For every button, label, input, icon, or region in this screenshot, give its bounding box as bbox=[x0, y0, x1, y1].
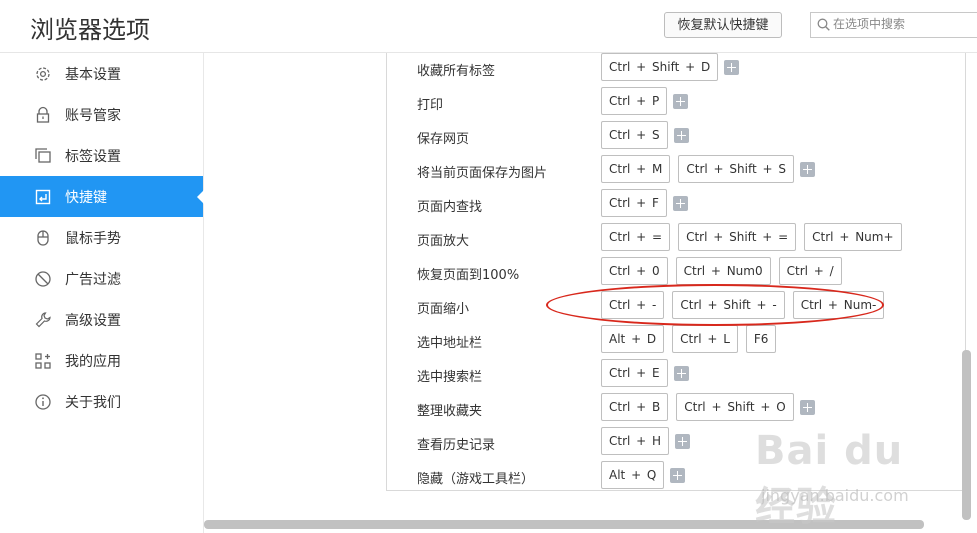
shortcut-key[interactable]: Ctrl + Shift + = bbox=[678, 223, 797, 251]
tabs-icon bbox=[35, 148, 51, 163]
search-input[interactable] bbox=[833, 14, 973, 34]
sidebar-item-label: 快捷键 bbox=[65, 190, 107, 206]
shortcut-key[interactable]: Ctrl + Shift + D bbox=[601, 53, 719, 81]
sidebar-item-tab-settings[interactable]: 标签设置 bbox=[0, 135, 203, 176]
shortcut-key[interactable]: Ctrl + Num- bbox=[792, 291, 885, 319]
add-shortcut-button[interactable] bbox=[724, 59, 740, 75]
sidebar-item-my-apps[interactable]: 我的应用 bbox=[0, 340, 203, 381]
sidebar-item-label: 账号管家 bbox=[65, 108, 121, 124]
shortcut-row: 选中搜索栏 Ctrl + E bbox=[387, 359, 965, 393]
lock-icon bbox=[36, 106, 50, 123]
shortcut-key[interactable]: Ctrl + Shift + - bbox=[672, 291, 785, 319]
shortcut-key[interactable]: Alt + Q bbox=[601, 461, 665, 489]
wrench-icon bbox=[35, 312, 51, 328]
shortcut-action-label: 打印 bbox=[417, 98, 444, 113]
add-shortcut-button[interactable] bbox=[799, 399, 815, 415]
shortcut-key[interactable]: Ctrl + B bbox=[601, 393, 669, 421]
shortcut-row: 页面缩小 Ctrl + - Ctrl + Shift + - Ctrl + Nu… bbox=[387, 291, 965, 325]
shortcut-action-label: 页面缩小 bbox=[417, 302, 470, 317]
sidebar-item-label: 关于我们 bbox=[65, 395, 121, 411]
add-shortcut-button[interactable] bbox=[673, 365, 689, 381]
sidebar-item-label: 我的应用 bbox=[65, 354, 121, 370]
watermark-logo: Bai du 经验 bbox=[755, 428, 904, 530]
shortcut-row: 页面内查找 Ctrl + F bbox=[387, 189, 965, 223]
add-shortcut-button[interactable] bbox=[670, 467, 686, 483]
shortcut-action-label: 查看历史记录 bbox=[417, 438, 496, 453]
shortcut-key[interactable]: F6 bbox=[745, 325, 777, 353]
shortcut-row: 页面放大 Ctrl + = Ctrl + Shift + = Ctrl + Nu… bbox=[387, 223, 965, 257]
watermark: Bai du 经验 jingyan.baidu.com bbox=[755, 428, 955, 530]
sidebar-item-about-us[interactable]: 关于我们 bbox=[0, 381, 203, 422]
shortcut-key[interactable]: Ctrl + / bbox=[778, 257, 842, 285]
sidebar-item-label: 高级设置 bbox=[65, 313, 121, 329]
shortcut-action-label: 恢复页面到100% bbox=[417, 268, 520, 283]
page-title: 浏览器选项 bbox=[30, 16, 150, 44]
watermark-url: jingyan.baidu.com bbox=[761, 486, 909, 505]
block-icon bbox=[35, 271, 51, 287]
sidebar-item-advanced-settings[interactable]: 高级设置 bbox=[0, 299, 203, 340]
add-shortcut-button[interactable] bbox=[675, 433, 691, 449]
add-shortcut-button[interactable] bbox=[800, 161, 816, 177]
sidebar-item-ad-filter[interactable]: 广告过滤 bbox=[0, 258, 203, 299]
shortcut-row: 选中地址栏 Alt + D Ctrl + L F6 bbox=[387, 325, 965, 359]
shortcut-key[interactable]: Ctrl + H bbox=[601, 427, 670, 455]
shortcut-key[interactable]: Ctrl + P bbox=[601, 87, 668, 115]
shortcut-row: 恢复页面到100% Ctrl + 0 Ctrl + Num0 Ctrl + / bbox=[387, 257, 965, 291]
shortcut-action-label: 整理收藏夹 bbox=[417, 404, 483, 419]
shortcut-key[interactable]: Ctrl + Num+ bbox=[804, 223, 902, 251]
shortcut-icon bbox=[35, 189, 51, 205]
sidebar-item-label: 基本设置 bbox=[65, 67, 121, 83]
shortcut-row: 打印 Ctrl + P bbox=[387, 87, 965, 121]
add-shortcut-button[interactable] bbox=[673, 93, 689, 109]
sidebar-item-basic-settings[interactable]: 基本设置 bbox=[0, 53, 203, 94]
sidebar-item-account[interactable]: 账号管家 bbox=[0, 94, 203, 135]
shortcut-key[interactable]: Ctrl + Num0 bbox=[675, 257, 771, 285]
shortcut-key[interactable]: Ctrl + = bbox=[601, 223, 671, 251]
shortcut-action-label: 隐藏（游戏工具栏） bbox=[417, 472, 535, 487]
search-box[interactable] bbox=[810, 12, 977, 38]
vertical-scrollbar[interactable] bbox=[962, 350, 971, 520]
shortcut-key[interactable]: Ctrl + M bbox=[601, 155, 671, 183]
shortcut-key[interactable]: Ctrl + Shift + S bbox=[678, 155, 795, 183]
shortcut-action-label: 将当前页面保存为图片 bbox=[417, 166, 548, 181]
shortcut-row: 收藏所有标签 Ctrl + Shift + D bbox=[387, 53, 965, 87]
sidebar-item-mouse-gestures[interactable]: 鼠标手势 bbox=[0, 217, 203, 258]
shortcut-key[interactable]: Ctrl + L bbox=[672, 325, 738, 353]
sidebar: 基本设置 账号管家 标签设置 快捷键 鼠标手势 广告过滤 高级设置 我的应用 关… bbox=[0, 53, 204, 533]
add-shortcut-button[interactable] bbox=[673, 127, 689, 143]
shortcut-row: 保存网页 Ctrl + S bbox=[387, 121, 965, 155]
info-icon bbox=[35, 394, 51, 410]
shortcut-key[interactable]: Ctrl + - bbox=[601, 291, 665, 319]
shortcut-action-label: 页面内查找 bbox=[417, 200, 483, 215]
mouse-icon bbox=[37, 230, 49, 246]
shortcut-row: 将当前页面保存为图片 Ctrl + M Ctrl + Shift + S bbox=[387, 155, 965, 189]
sidebar-item-label: 广告过滤 bbox=[65, 272, 121, 288]
shortcut-key[interactable]: Ctrl + S bbox=[601, 121, 668, 149]
shortcut-action-label: 保存网页 bbox=[417, 132, 470, 147]
sidebar-item-label: 鼠标手势 bbox=[65, 231, 121, 247]
shortcut-row: 整理收藏夹 Ctrl + B Ctrl + Shift + O bbox=[387, 393, 965, 427]
shortcut-key[interactable]: Ctrl + F bbox=[601, 189, 667, 217]
shortcut-list: 收藏所有标签 Ctrl + Shift + D 打印 Ctrl + P 保存网页… bbox=[386, 53, 966, 491]
add-shortcut-button[interactable] bbox=[672, 195, 688, 211]
shortcut-key[interactable]: Ctrl + 0 bbox=[601, 257, 668, 285]
shortcut-action-label: 选中搜索栏 bbox=[417, 370, 483, 385]
shortcut-key[interactable]: Ctrl + Shift + O bbox=[676, 393, 794, 421]
shortcut-action-label: 页面放大 bbox=[417, 234, 470, 249]
header: 浏览器选项 恢复默认快捷键 bbox=[0, 0, 977, 53]
shortcut-action-label: 收藏所有标签 bbox=[417, 64, 496, 79]
shortcut-action-label: 选中地址栏 bbox=[417, 336, 483, 351]
search-icon bbox=[817, 18, 830, 31]
sidebar-item-shortcuts[interactable]: 快捷键 bbox=[0, 176, 204, 217]
sidebar-item-label: 标签设置 bbox=[65, 149, 121, 165]
shortcut-key[interactable]: Alt + D bbox=[601, 325, 665, 353]
restore-default-shortcuts-button[interactable]: 恢复默认快捷键 bbox=[664, 12, 782, 38]
shortcut-key[interactable]: Ctrl + E bbox=[601, 359, 668, 387]
gear-icon bbox=[36, 67, 50, 81]
apps-icon bbox=[35, 353, 51, 369]
